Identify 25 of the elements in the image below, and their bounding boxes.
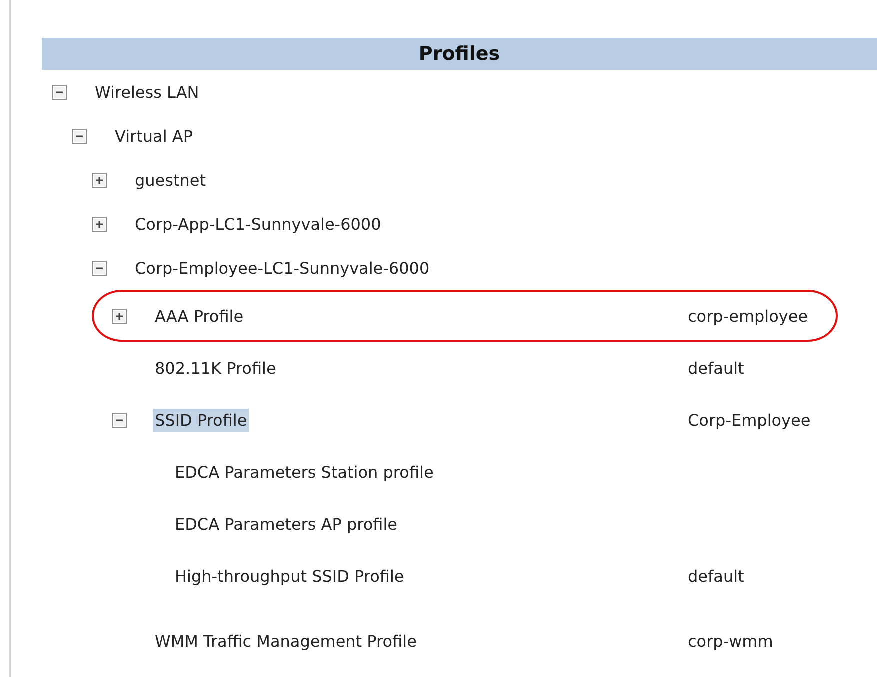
expander-icon[interactable] bbox=[112, 412, 127, 428]
tree-item[interactable]: High-throughput SSID Profile bbox=[173, 564, 406, 588]
tree-item[interactable]: Wireless LAN bbox=[93, 80, 202, 104]
profile-value: Corp-Employee bbox=[688, 410, 811, 430]
tree-item[interactable]: EDCA Parameters Station profile bbox=[173, 460, 436, 484]
expander-icon[interactable] bbox=[92, 172, 107, 188]
tree-item[interactable]: WMM Traffic Management Profile bbox=[153, 630, 419, 652]
tree-item[interactable]: 802.11K Profile bbox=[153, 356, 278, 380]
tree-item[interactable]: EDCA Parameters AP profile bbox=[173, 512, 400, 536]
expander-icon[interactable] bbox=[92, 260, 107, 276]
profile-value: corp-employee bbox=[688, 306, 808, 326]
expander-icon[interactable] bbox=[52, 84, 67, 100]
tree-item[interactable]: Corp-App-LC1-Sunnyvale-6000 bbox=[133, 212, 384, 236]
profile-value: default bbox=[688, 566, 744, 586]
tree-item[interactable]: guestnet bbox=[133, 168, 208, 192]
tree-item[interactable]: SSID Profile bbox=[153, 408, 250, 432]
expander-icon[interactable] bbox=[72, 128, 87, 144]
profile-value: default bbox=[688, 358, 744, 378]
profile-value: corp-wmm bbox=[688, 632, 774, 650]
tree-item[interactable]: Virtual AP bbox=[113, 124, 195, 148]
tree-item[interactable]: AAA Profile bbox=[153, 304, 246, 328]
expander-icon[interactable] bbox=[112, 308, 127, 324]
tree-item[interactable]: Corp-Employee-LC1-Sunnyvale-6000 bbox=[133, 256, 432, 280]
expander-icon[interactable] bbox=[92, 216, 107, 232]
panel-title: Profiles bbox=[418, 43, 500, 65]
